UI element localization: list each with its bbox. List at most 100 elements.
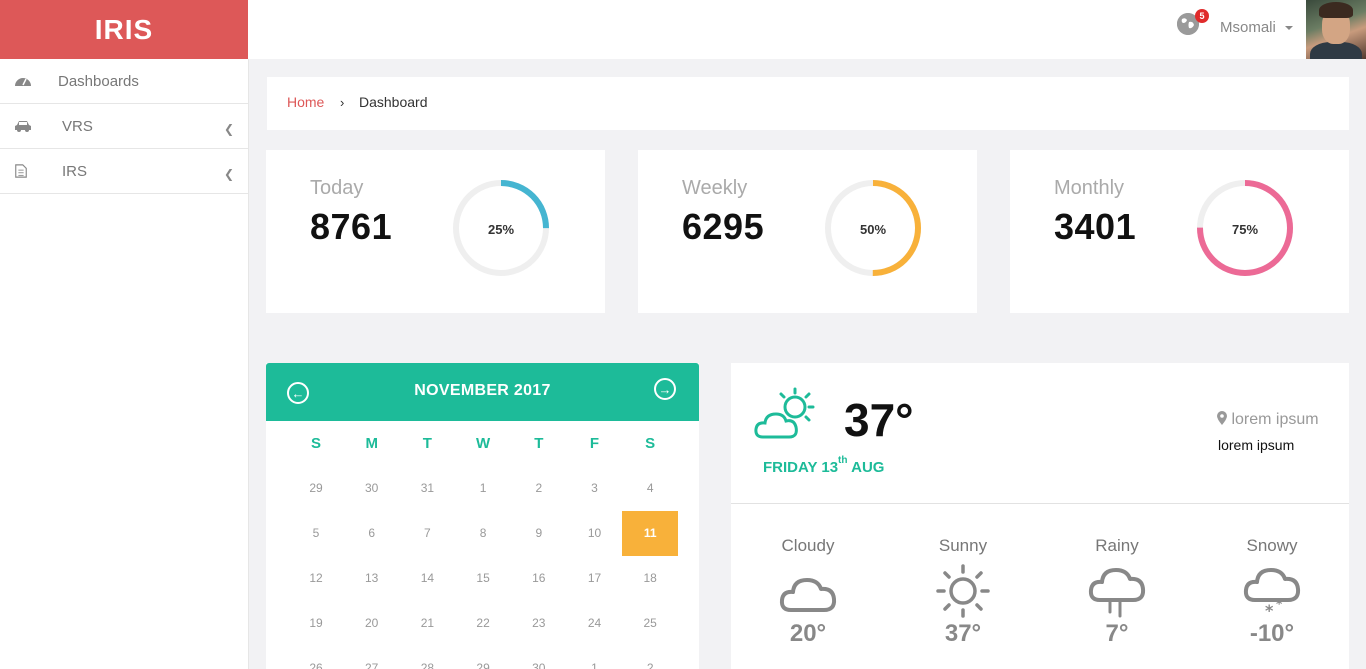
svg-text:*: * xyxy=(1276,597,1283,611)
stat-title: Monthly xyxy=(1054,177,1125,199)
calendar-day[interactable]: 1 xyxy=(455,466,511,511)
snow-icon: * * xyxy=(1243,568,1301,620)
forecast-temp: -10° xyxy=(1249,620,1295,647)
forecast-rainy: Rainy 7° xyxy=(1057,536,1177,648)
rain-icon xyxy=(1088,568,1146,618)
sidebar-item-vrs[interactable]: VRS ❮ xyxy=(0,104,249,149)
calendar-day[interactable]: 15 xyxy=(455,556,511,601)
calendar-day[interactable]: 5 xyxy=(288,511,344,556)
calendar-day[interactable]: 21 xyxy=(399,601,455,646)
document-icon xyxy=(15,164,27,178)
divider xyxy=(731,503,1349,504)
forecast-sunny: Sunny 37° xyxy=(903,536,1023,648)
car-icon xyxy=(15,121,31,132)
weather-date: FRIDAY 13th AUG xyxy=(763,455,885,476)
weekday-header: T xyxy=(422,435,432,452)
calendar-day[interactable]: 7 xyxy=(399,511,455,556)
calendar-day[interactable]: 30 xyxy=(511,646,567,669)
breadcrumb: Home › Dashboard xyxy=(267,77,1349,130)
breadcrumb-separator: › xyxy=(340,95,345,110)
calendar-day[interactable]: 31 xyxy=(399,466,455,511)
weather-location-sub: lorem ipsum xyxy=(1218,437,1295,453)
forecast-label: Snowy xyxy=(1246,536,1298,555)
calendar-day[interactable]: 27 xyxy=(344,646,400,669)
chevron-down-icon[interactable] xyxy=(1285,26,1293,30)
calendar-day[interactable]: 3 xyxy=(567,466,623,511)
user-menu-label[interactable]: Msomali xyxy=(1220,19,1276,36)
calendar-day[interactable]: 19 xyxy=(288,601,344,646)
calendar-day[interactable]: 10 xyxy=(567,511,623,556)
forecast-temp: 7° xyxy=(1105,620,1129,647)
calendar-day[interactable]: 23 xyxy=(511,601,567,646)
breadcrumb-current: Dashboard xyxy=(359,94,428,110)
calendar-widget: ← NOVEMBER 2017 → S M T W T F S 29 30 31 1 2 3 4 5 6 7 8 9… xyxy=(266,363,699,669)
calendar-day[interactable]: 13 xyxy=(344,556,400,601)
breadcrumb-home-link[interactable]: Home xyxy=(287,94,324,110)
calendar-day[interactable]: 20 xyxy=(344,601,400,646)
forecast-label: Rainy xyxy=(1095,536,1139,555)
notification-badge: 5 xyxy=(1195,9,1209,23)
partly-cloudy-icon xyxy=(754,387,815,439)
stat-value: 3401 xyxy=(1054,206,1137,247)
chevron-left-icon: ❮ xyxy=(224,122,235,136)
forecast-label: Cloudy xyxy=(781,536,835,555)
avatar[interactable] xyxy=(1306,0,1366,59)
stat-card-weekly: Weekly 6295 50% xyxy=(638,150,977,313)
weekday-header: M xyxy=(365,435,378,452)
calendar-day[interactable]: 4 xyxy=(622,466,678,511)
calendar-day[interactable]: 14 xyxy=(399,556,455,601)
calendar-day[interactable]: 28 xyxy=(399,646,455,669)
calendar-day[interactable]: 29 xyxy=(288,466,344,511)
arrow-right-icon[interactable]: → xyxy=(654,378,676,400)
weekday-header: S xyxy=(645,435,656,452)
stat-value: 8761 xyxy=(310,206,393,247)
calendar-day[interactable]: 22 xyxy=(455,601,511,646)
svg-text:*: * xyxy=(1265,601,1274,620)
sun-icon xyxy=(936,564,990,618)
cloud-icon xyxy=(779,578,837,612)
calendar-day[interactable]: 24 xyxy=(567,601,623,646)
map-pin-icon xyxy=(1217,411,1227,425)
calendar-day[interactable]: 2 xyxy=(622,646,678,669)
sidebar-item-label: IRS xyxy=(62,163,88,180)
calendar-day[interactable]: 2 xyxy=(511,466,567,511)
stat-title: Today xyxy=(310,177,364,199)
weekday-header: W xyxy=(476,435,491,452)
forecast-label: Sunny xyxy=(938,536,988,555)
sidebar-item-label: VRS xyxy=(62,118,93,135)
calendar-day[interactable]: 25 xyxy=(622,601,678,646)
calendar-day[interactable]: 29 xyxy=(455,646,511,669)
forecast-cloudy: Cloudy 20° xyxy=(748,536,868,648)
calendar-day[interactable]: 1 xyxy=(567,646,623,669)
calendar-day[interactable]: 16 xyxy=(511,556,567,601)
sidebar-item-dashboards[interactable]: Dashboards xyxy=(0,59,249,104)
stat-card-today: Today 8761 25% xyxy=(266,150,605,313)
weekday-header: T xyxy=(534,435,544,452)
weekday-header: F xyxy=(589,435,600,452)
weather-location: lorem ipsum xyxy=(1217,411,1319,429)
weekday-header: S xyxy=(310,435,321,452)
current-temperature: 37° xyxy=(844,394,914,446)
sidebar-item-irs[interactable]: IRS ❮ xyxy=(0,149,249,194)
calendar-day[interactable]: 8 xyxy=(455,511,511,556)
calendar-day[interactable]: 11 xyxy=(622,511,679,556)
calendar-day[interactable]: 12 xyxy=(288,556,344,601)
stat-value: 6295 xyxy=(682,206,765,247)
calendar-day[interactable]: 17 xyxy=(567,556,623,601)
calendar-day[interactable]: 6 xyxy=(344,511,400,556)
weather-widget: 37° FRIDAY 13th AUG lorem ipsum lorem ip… xyxy=(731,363,1349,669)
forecast-temp: 20° xyxy=(789,620,827,647)
calendar-month-title: NOVEMBER 2017 xyxy=(414,382,551,399)
progress-percent: 25% xyxy=(487,222,515,237)
sidebar-item-label: Dashboards xyxy=(58,73,139,90)
forecast-temp: 37° xyxy=(944,620,982,647)
progress-percent: 75% xyxy=(1231,222,1259,237)
calendar-day[interactable]: 30 xyxy=(344,466,400,511)
calendar-day[interactable]: 9 xyxy=(511,511,567,556)
brand-logo[interactable]: IRIS xyxy=(0,0,248,59)
calendar-day[interactable]: 18 xyxy=(622,556,678,601)
calendar-day[interactable]: 26 xyxy=(288,646,344,669)
progress-percent: 50% xyxy=(859,222,887,237)
sidebar: Dashboards VRS ❮ IRS ❮ xyxy=(0,59,249,669)
dashboard-icon xyxy=(15,78,31,86)
